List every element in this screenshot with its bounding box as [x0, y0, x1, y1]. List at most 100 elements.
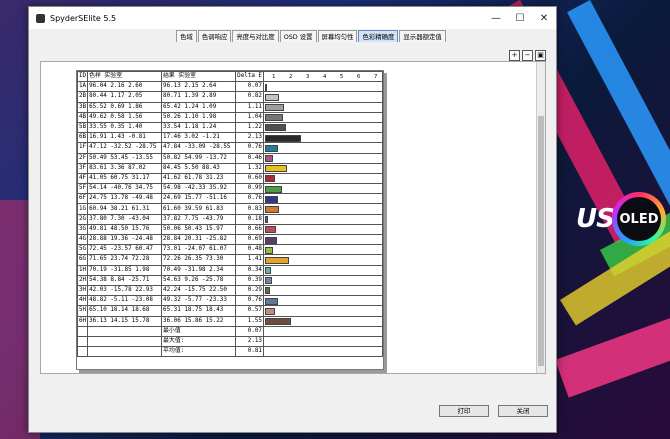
delta-e-value: 0.69 [235, 233, 264, 246]
target-lab: 37.80 7.30 -43.04 [87, 213, 163, 225]
delta-e-value: 1.11 [235, 101, 264, 113]
tab-1[interactable]: 色调响应 [197, 30, 232, 42]
tab-0[interactable]: 色域 [176, 30, 197, 42]
delta-e-bar [264, 277, 272, 285]
target-lab: 70.19 -31.85 1.98 [87, 264, 163, 276]
tab-5[interactable]: 色彩精确度 [358, 30, 399, 42]
delta-e-bar-cell [262, 91, 384, 103]
table-row: 1F 47.12 -32.52 -28.75 47.84 -33.09 -28.55… [76, 142, 384, 154]
delta-e-value: 1.04 [235, 111, 264, 123]
table-row: 1G 60.94 38.21 61.31 61.60 39.59 61.83 0.83 [76, 203, 384, 215]
table-row: 6G 71.65 23.74 72.28 72.26 26.35 73.30 1.41 [76, 254, 384, 266]
zoom-fit-icon[interactable]: ▣ [535, 50, 546, 61]
target-lab: 36.13 14.15 15.78 [87, 315, 163, 327]
delta-e-value: 0.76 [235, 295, 264, 307]
measured-lab: 28.84 20.31 -25.82 [161, 233, 236, 246]
patch-id: 4G [76, 233, 89, 246]
patch-id: 2H [76, 274, 89, 286]
summary-row: 最小值 0.07 [76, 325, 384, 337]
target-lab: 49.81 48.50 15.76 [87, 223, 163, 236]
delta-e-value: 0.82 [235, 91, 264, 103]
delta-e-bar [264, 297, 278, 305]
measured-lab: 73.01 -24.07 61.07 [161, 244, 236, 256]
tab-6[interactable]: 显示器额定值 [399, 30, 446, 42]
delta-e-bar-cell [262, 142, 384, 154]
delta-e-value: 1.32 [235, 162, 264, 174]
zoom-out-icon[interactable]: − [522, 50, 533, 61]
maximize-icon[interactable]: ☐ [508, 7, 532, 29]
delta-e-bar [264, 155, 273, 162]
delta-e-bar [264, 318, 292, 325]
zoom-in-icon[interactable]: + [509, 50, 520, 61]
delta-e-bar-cell [262, 81, 384, 93]
scale-tick-label: 3 [305, 74, 310, 80]
patch-id: 1F [76, 142, 89, 154]
measured-lab: 54.63 9.26 -25.78 [161, 274, 236, 286]
target-lab: 41.05 60.75 31.17 [87, 172, 163, 185]
delta-e-bar-cell [262, 101, 384, 113]
tab-4[interactable]: 屏幕均匀性 [317, 30, 358, 42]
app-window: SpyderSElite 5.5 — ☐ ✕ 色域 色调响应 亮度与对比度 OSD 设… [28, 6, 557, 433]
target-lab: 80.44 1.17 2.05 [87, 91, 163, 103]
patch-id: 6F [76, 193, 89, 205]
title-bar[interactable]: SpyderSElite 5.5 — ☐ ✕ [29, 7, 556, 29]
measured-lab: 50.26 1.10 1.98 [161, 111, 236, 123]
delta-e-value: 0.60 [235, 172, 264, 185]
target-lab: 24.75 13.78 -49.48 [87, 193, 163, 205]
patch-id: 1A [76, 81, 89, 93]
delta-e-bar-cell [262, 111, 384, 123]
tab-3[interactable]: OSD 设置 [279, 30, 317, 42]
table-row: 2B 80.44 1.17 2.05 80.71 1.39 2.89 0.82 [76, 91, 384, 103]
oled-badge: OLED [612, 192, 666, 246]
minimize-icon[interactable]: — [484, 7, 508, 29]
window-title: SpyderSElite 5.5 [50, 13, 117, 23]
measured-lab: 80.71 1.39 2.89 [161, 91, 236, 103]
delta-e-bar [264, 236, 277, 244]
measured-lab: 50.82 54.99 -13.72 [161, 152, 236, 164]
scale-tick-label: 1 [271, 74, 276, 80]
delta-e-bar-cell [262, 254, 384, 266]
scale-tick-label: 7 [373, 74, 378, 80]
tab-2[interactable]: 亮度与对比度 [232, 30, 279, 42]
delta-e-bar-cell [262, 274, 384, 286]
patch-id: 6G [76, 254, 89, 266]
scrollbar-thumb[interactable] [538, 116, 544, 366]
delta-e-bar-cell [262, 121, 384, 134]
brand-logo-text: US [576, 204, 615, 234]
measured-lab: 37.82 7.75 -43.79 [161, 213, 236, 225]
delta-e-bar-cell [262, 223, 384, 236]
table-row: 1H 70.19 -31.85 1.98 70.49 -31.98 2.34 0.34 [76, 264, 384, 276]
patch-id: 4F [76, 172, 89, 185]
delta-e-bar-cell [262, 305, 384, 317]
summary-value: 0.07 [235, 325, 264, 337]
vertical-scrollbar[interactable] [536, 62, 545, 373]
measured-lab: 41.62 61.78 31.23 [161, 172, 236, 185]
patch-id: 5B [76, 121, 89, 134]
delta-e-bar-cell [262, 284, 384, 297]
blank-cell [262, 346, 384, 358]
report-preview[interactable]: ID 色样 实验室 结果 实验室 Delta E 1 2 3 4 5 6 7 1A 96.04 2.16… [40, 61, 546, 374]
delta-e-value: 0.34 [235, 264, 264, 276]
measured-lab: 33.54 1.18 1.24 [161, 121, 236, 134]
table-row: 3H 42.03 -15.78 22.93 42.24 -15.75 22.50 0.… [76, 284, 384, 297]
measured-lab: 54.98 -42.33 35.92 [161, 183, 236, 195]
print-button[interactable]: 打印 [439, 405, 489, 417]
close-button[interactable]: 关闭 [498, 405, 548, 417]
table-row: 4G 28.88 19.36 -24.48 28.84 20.31 -25.82 0.… [76, 233, 384, 246]
patch-id: 5F [76, 183, 89, 195]
target-lab: 96.04 2.16 2.60 [87, 81, 163, 93]
delta-e-value: 0.83 [235, 203, 264, 215]
table-row: 4B 49.62 0.58 1.56 50.26 1.10 1.98 1.04 [76, 111, 384, 123]
measured-lab: 84.45 5.50 88.43 [161, 162, 236, 174]
table-row: 5G 72.45 -23.57 60.47 73.01 -24.07 61.07 0.… [76, 244, 384, 256]
delta-e-bar [264, 256, 289, 264]
target-lab: 54.38 8.84 -25.71 [87, 274, 163, 286]
delta-e-bar [264, 165, 288, 173]
target-lab: 71.65 23.74 72.28 [87, 254, 163, 266]
delta-e-bar-cell [262, 132, 384, 144]
close-icon[interactable]: ✕ [532, 7, 556, 29]
delta-e-value: 1.55 [235, 315, 264, 327]
summary-label: 最小值 [161, 325, 236, 337]
delta-e-value: 2.13 [235, 132, 264, 144]
delta-e-bar [264, 246, 274, 254]
